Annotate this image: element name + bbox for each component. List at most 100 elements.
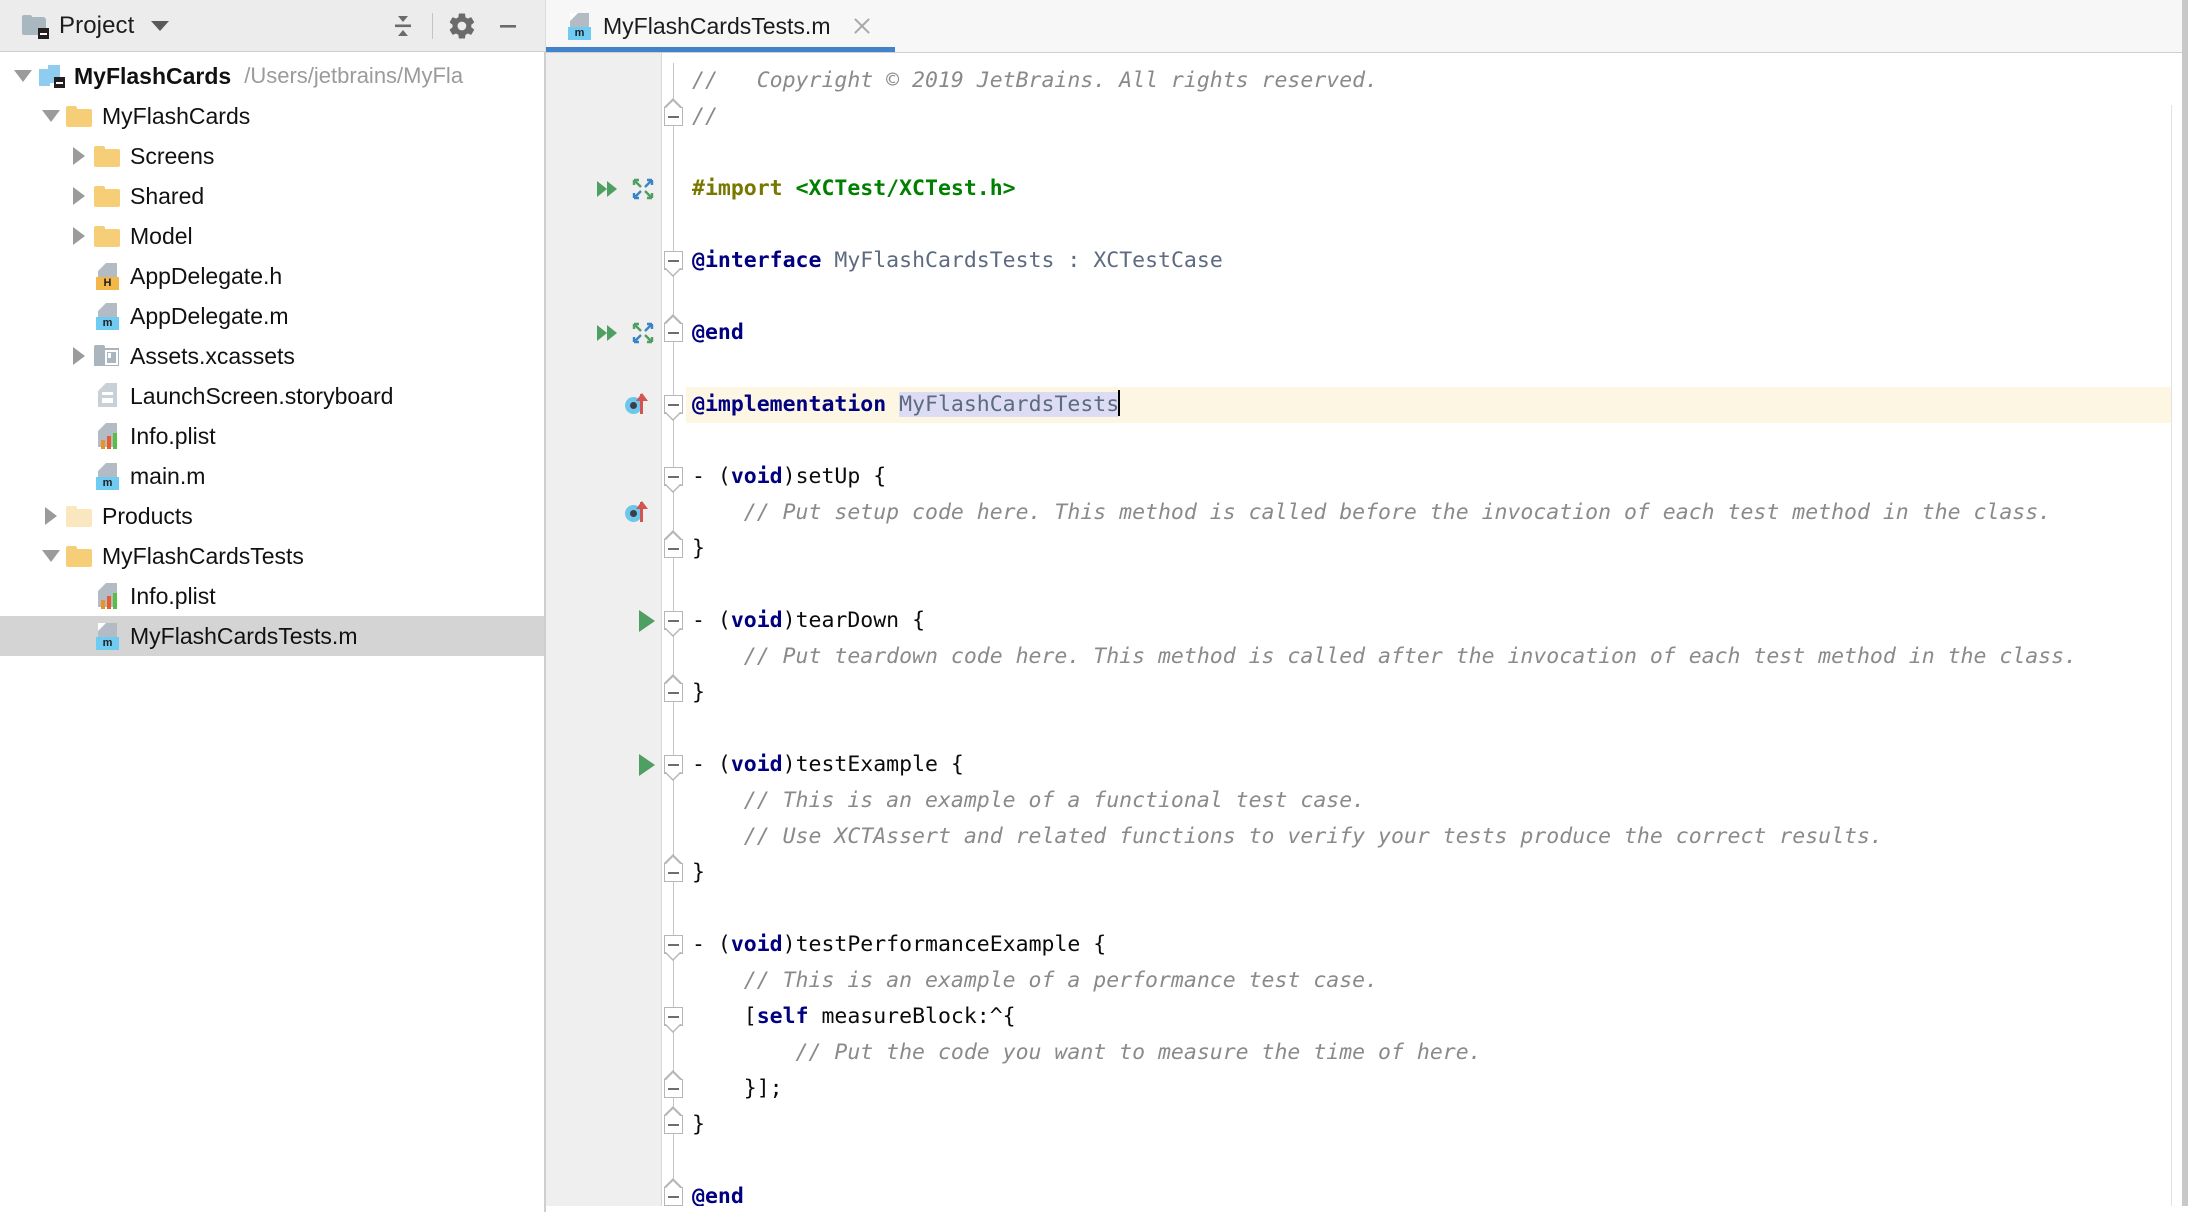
code-line[interactable] — [686, 135, 2188, 171]
tree-row[interactable]: Assets.xcassets — [0, 336, 545, 376]
collapse-all-button[interactable] — [380, 3, 426, 49]
folder-icon — [94, 185, 120, 207]
tree-collapse-arrow-icon[interactable] — [38, 110, 64, 122]
code-token: void — [730, 932, 783, 957]
code-line[interactable] — [686, 351, 2188, 387]
tree-row[interactable]: Products — [0, 496, 545, 536]
tree-item-label: Info.plist — [130, 582, 216, 609]
code-line[interactable]: // Put setup code here. This method is c… — [686, 495, 2188, 531]
tree-expand-arrow-icon[interactable] — [66, 147, 92, 165]
code-line[interactable]: // Copyright © 2019 JetBrains. All right… — [686, 63, 2188, 99]
code-folding-strip[interactable] — [661, 53, 686, 1212]
code-line[interactable]: - (void)setUp { — [686, 459, 2188, 495]
fold-marker-close[interactable] — [664, 1178, 683, 1206]
project-toolbar-actions — [380, 3, 531, 49]
code-line[interactable]: @implementation MyFlashCardsTests — [686, 387, 2188, 423]
code-line[interactable] — [686, 891, 2188, 927]
tree-row[interactable]: Info.plist — [0, 416, 545, 456]
code-line[interactable]: } — [686, 675, 2188, 711]
tree-collapse-arrow-icon[interactable] — [10, 70, 36, 82]
tree-row[interactable]: Model — [0, 216, 545, 256]
project-tree[interactable]: MyFlashCards/Users/jetbrains/MyFla MyFlas… — [0, 52, 545, 1212]
chevron-down-icon[interactable] — [151, 20, 170, 31]
code-line[interactable] — [686, 423, 2188, 459]
tree-row[interactable]: Shared — [0, 176, 545, 216]
related-symbol-icon[interactable] — [631, 177, 655, 201]
code-line[interactable]: } — [686, 531, 2188, 567]
code-line[interactable]: // Put teardown code here. This method i… — [686, 639, 2188, 675]
fold-marker-close[interactable] — [664, 1070, 683, 1098]
close-icon[interactable] — [849, 13, 875, 39]
code-line[interactable]: - (void)testExample { — [686, 747, 2188, 783]
code-token: @implementation — [692, 392, 887, 417]
code-line[interactable]: } — [686, 855, 2188, 891]
run-test-icon[interactable] — [639, 754, 655, 776]
code-line[interactable] — [686, 567, 2188, 603]
hide-tool-window-button[interactable] — [485, 3, 531, 49]
code-text-area[interactable]: // Copyright © 2019 JetBrains. All right… — [686, 53, 2188, 1212]
code-token: }]; — [692, 1076, 783, 1101]
code-line[interactable] — [686, 711, 2188, 747]
code-line[interactable]: - (void)testPerformanceExample { — [686, 927, 2188, 963]
tree-item-icon-wrap — [36, 65, 66, 88]
project-settings-button[interactable] — [439, 3, 485, 49]
fold-marker-open[interactable] — [664, 611, 683, 637]
code-line[interactable]: // Use XCTAssert and related functions t… — [686, 819, 2188, 855]
objc-source-file-icon: m — [96, 463, 119, 490]
fold-marker-close[interactable] — [664, 1106, 683, 1134]
code-line[interactable]: - (void)tearDown { — [686, 603, 2188, 639]
code-line[interactable]: // Put the code you want to measure the … — [686, 1035, 2188, 1071]
run-all-tests-icon[interactable] — [597, 322, 621, 344]
code-line[interactable]: [self measureBlock:^{ — [686, 999, 2188, 1035]
code-line[interactable]: #import <XCTest/XCTest.h> — [686, 171, 2188, 207]
fold-marker-open[interactable] — [664, 935, 683, 961]
tree-row[interactable]: m AppDelegate.m — [0, 296, 545, 336]
tree-expand-arrow-icon[interactable] — [38, 507, 64, 525]
tree-row[interactable]: m main.m — [0, 456, 545, 496]
tree-row[interactable]: MyFlashCards — [0, 96, 545, 136]
fold-marker-close[interactable] — [664, 674, 683, 702]
project-toolwindow-title[interactable]: Project — [22, 12, 380, 40]
fold-marker-open[interactable] — [664, 395, 683, 421]
panel-divider[interactable] — [544, 52, 546, 1212]
code-token: self — [756, 1004, 809, 1029]
tree-row[interactable]: MyFlashCardsTests — [0, 536, 545, 576]
fold-marker-open[interactable] — [664, 251, 683, 277]
tree-row[interactable]: LaunchScreen.storyboard — [0, 376, 545, 416]
tree-row[interactable]: m MyFlashCardsTests.m — [0, 616, 545, 656]
editor-tab-myflashcardstests-m[interactable]: m MyFlashCardsTests.m — [545, 0, 896, 52]
fold-marker-close[interactable] — [664, 854, 683, 882]
tree-item-label: MyFlashCards — [74, 62, 232, 89]
related-symbol-icon[interactable] — [631, 321, 655, 345]
fold-marker-open[interactable] — [664, 755, 683, 781]
fold-marker-open[interactable] — [664, 1007, 683, 1033]
fold-marker-close[interactable] — [664, 530, 683, 558]
run-test-icon[interactable] — [639, 610, 655, 632]
tree-row[interactable]: Screens — [0, 136, 545, 176]
code-line[interactable]: @interface MyFlashCardsTests : XCTestCas… — [686, 243, 2188, 279]
tree-row[interactable]: Info.plist — [0, 576, 545, 616]
code-line[interactable]: // — [686, 99, 2188, 135]
tree-expand-arrow-icon[interactable] — [66, 347, 92, 365]
overriding-method-icon[interactable] — [625, 501, 655, 525]
code-line[interactable]: @end — [686, 315, 2188, 351]
fold-marker-close[interactable] — [664, 314, 683, 342]
tree-collapse-arrow-icon[interactable] — [38, 550, 64, 562]
code-line[interactable]: // This is an example of a performance t… — [686, 963, 2188, 999]
overriding-method-icon[interactable] — [625, 393, 655, 417]
fold-marker-close[interactable] — [664, 98, 683, 126]
tree-row[interactable]: MyFlashCards/Users/jetbrains/MyFla — [0, 56, 545, 96]
code-line[interactable]: // This is an example of a functional te… — [686, 783, 2188, 819]
tree-expand-arrow-icon[interactable] — [66, 227, 92, 245]
code-line[interactable]: } — [686, 1107, 2188, 1143]
fold-marker-open[interactable] — [664, 467, 683, 493]
code-line[interactable] — [686, 1143, 2188, 1179]
editor-gutter[interactable] — [545, 53, 661, 1212]
run-all-tests-icon[interactable] — [597, 178, 621, 200]
code-line[interactable]: }]; — [686, 1071, 2188, 1107]
tree-row[interactable]: H AppDelegate.h — [0, 256, 545, 296]
code-line[interactable] — [686, 279, 2188, 315]
tree-expand-arrow-icon[interactable] — [66, 187, 92, 205]
code-line[interactable] — [686, 207, 2188, 243]
code-token: } — [692, 1112, 705, 1137]
